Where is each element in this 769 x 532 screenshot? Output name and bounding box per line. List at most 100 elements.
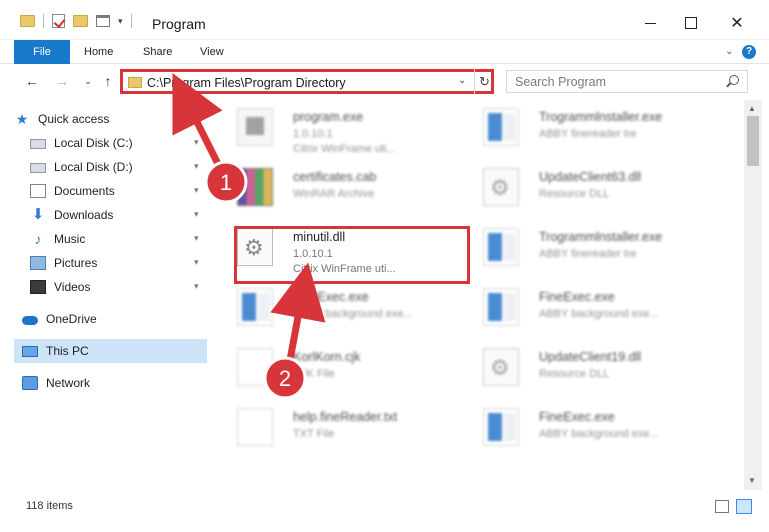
dll-icon [483, 168, 519, 206]
app-icon [483, 108, 519, 146]
sidebar-item-local-disk-d[interactable]: Local Disk (D:) ▾ [30, 155, 208, 179]
app-icon [483, 228, 519, 266]
pin-icon: ▾ [194, 233, 199, 243]
file-item[interactable]: FineExec.exe ABBY background exe... [457, 280, 697, 340]
sidebar-item-quick-access[interactable]: ★ Quick access [14, 107, 208, 131]
document-icon [237, 348, 273, 386]
star-icon: ★ [15, 111, 29, 127]
toolbar-divider [43, 14, 44, 28]
sidebar-item-this-pc[interactable]: This PC [14, 339, 207, 363]
tiles-view-icon[interactable] [736, 499, 752, 514]
minimize-button[interactable] [627, 10, 673, 36]
file-name: KorlKorn.cjk [293, 350, 361, 364]
disk-icon [30, 139, 46, 149]
address-path[interactable]: C:\Program Files\Program Directory [147, 76, 346, 90]
search-input[interactable]: Search Program [515, 75, 606, 89]
videos-icon [30, 280, 46, 294]
recent-locations-chevron-icon[interactable]: ⌄ [78, 71, 98, 91]
file-name: Trogrammlnstaller.exe [539, 110, 663, 124]
sidebar-item-network[interactable]: Network [22, 371, 208, 395]
properties-icon[interactable] [96, 15, 110, 27]
exe-icon [237, 108, 273, 146]
folder-icon [128, 77, 142, 88]
file-name: FineExec.exe [539, 410, 615, 424]
file-item[interactable]: UpdateClient19.dll Resource DLL [457, 340, 697, 400]
file-item[interactable]: FineExec.exe ABBY background exe... [211, 280, 451, 340]
file-item[interactable]: Trogrammlnstaller.exe ABBY finereader tr… [457, 100, 697, 160]
file-item[interactable]: UpdateClient63.dll Resource DLL [457, 160, 697, 220]
tab-file[interactable]: File [14, 40, 70, 64]
navigation-pane: ★ Quick access Local Disk (C:) ▾ Local D… [0, 100, 210, 490]
app-icon [483, 288, 519, 326]
file-name: Trogrammlnstaller.exe [539, 230, 663, 244]
title-bar: ▾ Program ✕ [0, 0, 769, 40]
tab-view[interactable]: View [200, 40, 224, 64]
sidebar-item-downloads[interactable]: ⬇ Downloads ▾ [30, 203, 208, 227]
sidebar-item-videos[interactable]: Videos ▾ [30, 275, 208, 299]
file-item[interactable]: KorlKorn.cjk CJK File [211, 340, 451, 400]
forward-button[interactable]: → [52, 71, 72, 91]
tab-home[interactable]: Home [84, 40, 113, 64]
sidebar-item-label: Local Disk (D:) [54, 160, 133, 174]
close-button[interactable]: ✕ [714, 10, 760, 36]
file-type: Resource DLL [539, 368, 610, 380]
file-type: ABBY finereader tre [539, 128, 637, 140]
file-type: Resource DLL [539, 188, 610, 200]
sidebar-item-label: Videos [54, 280, 91, 294]
network-icon [22, 376, 38, 390]
folder-icon[interactable] [20, 15, 35, 27]
sidebar-item-label: Local Disk (C:) [54, 136, 133, 150]
scroll-up-icon[interactable]: ▲ [748, 104, 756, 113]
expand-ribbon-chevron-icon[interactable]: ⌄ [725, 46, 733, 57]
file-name: program.exe [293, 110, 364, 124]
file-item[interactable]: certificates.cab WinRAR Archive [211, 160, 451, 220]
refresh-button[interactable]: ↻ [474, 69, 494, 94]
help-icon[interactable]: ? [742, 45, 756, 59]
properties-check-icon[interactable] [52, 14, 65, 28]
file-type: WinRAR Archive [293, 188, 375, 200]
toolbar-divider [130, 14, 132, 28]
file-type: TXT File [293, 428, 335, 440]
pin-icon: ▾ [194, 185, 199, 195]
file-name: help.fineReader.txt [293, 410, 398, 424]
sidebar-item-pictures[interactable]: Pictures ▾ [30, 251, 208, 275]
file-name: certificates.cab [293, 170, 377, 184]
file-name: UpdateClient19.dll [539, 350, 642, 364]
pin-icon: ▾ [194, 137, 199, 147]
file-item[interactable]: Trogrammlnstaller.exe ABBY finereader tr… [457, 220, 697, 280]
file-list: program.exe 1.0.10.1 Citrix WinFrame uti… [211, 100, 743, 490]
search-icon[interactable] [729, 75, 739, 85]
sidebar-item-documents[interactable]: Documents ▾ [30, 179, 208, 203]
scroll-down-icon[interactable]: ▼ [748, 476, 756, 485]
dll-icon [483, 348, 519, 386]
search-box[interactable]: Search Program [506, 70, 748, 93]
customize-toolbar-chevron-icon[interactable]: ▾ [118, 16, 123, 27]
cloud-icon [22, 316, 38, 325]
sidebar-item-music[interactable]: ♪ Music ▾ [30, 227, 208, 251]
disk-icon [30, 163, 46, 173]
sidebar-item-label: Documents [54, 184, 115, 198]
computer-icon [22, 345, 38, 357]
back-button[interactable]: ← [22, 71, 42, 91]
item-count: 118 items [26, 500, 73, 512]
tab-share[interactable]: Share [143, 40, 172, 64]
scrollbar-thumb[interactable] [747, 116, 759, 166]
vertical-scrollbar[interactable]: ▲ ▼ [744, 100, 762, 490]
up-button[interactable]: ↑ [98, 71, 118, 91]
file-name: FineExec.exe [293, 290, 369, 304]
sidebar-item-label: OneDrive [46, 312, 97, 326]
maximize-button[interactable] [668, 10, 714, 36]
file-item[interactable]: help.fineReader.txt TXT File [211, 400, 451, 460]
file-item[interactable]: FineExec.exe ABBY background exe... [457, 400, 697, 460]
file-type: ABBY finereader tre [539, 248, 637, 260]
file-type: CJK File [293, 368, 335, 380]
pin-icon: ▾ [194, 281, 199, 291]
sidebar-item-label: Quick access [38, 112, 110, 126]
details-view-icon[interactable] [715, 500, 729, 513]
address-bar[interactable]: C:\Program Files\Program Directory ⌄ ↻ [120, 69, 494, 94]
new-folder-icon[interactable] [73, 15, 88, 27]
address-dropdown-chevron-icon[interactable]: ⌄ [458, 75, 466, 86]
file-item[interactable]: program.exe 1.0.10.1 Citrix WinFrame uti… [211, 100, 451, 160]
sidebar-item-local-disk-c[interactable]: Local Disk (C:) ▾ [30, 131, 208, 155]
sidebar-item-onedrive[interactable]: OneDrive [22, 307, 208, 331]
